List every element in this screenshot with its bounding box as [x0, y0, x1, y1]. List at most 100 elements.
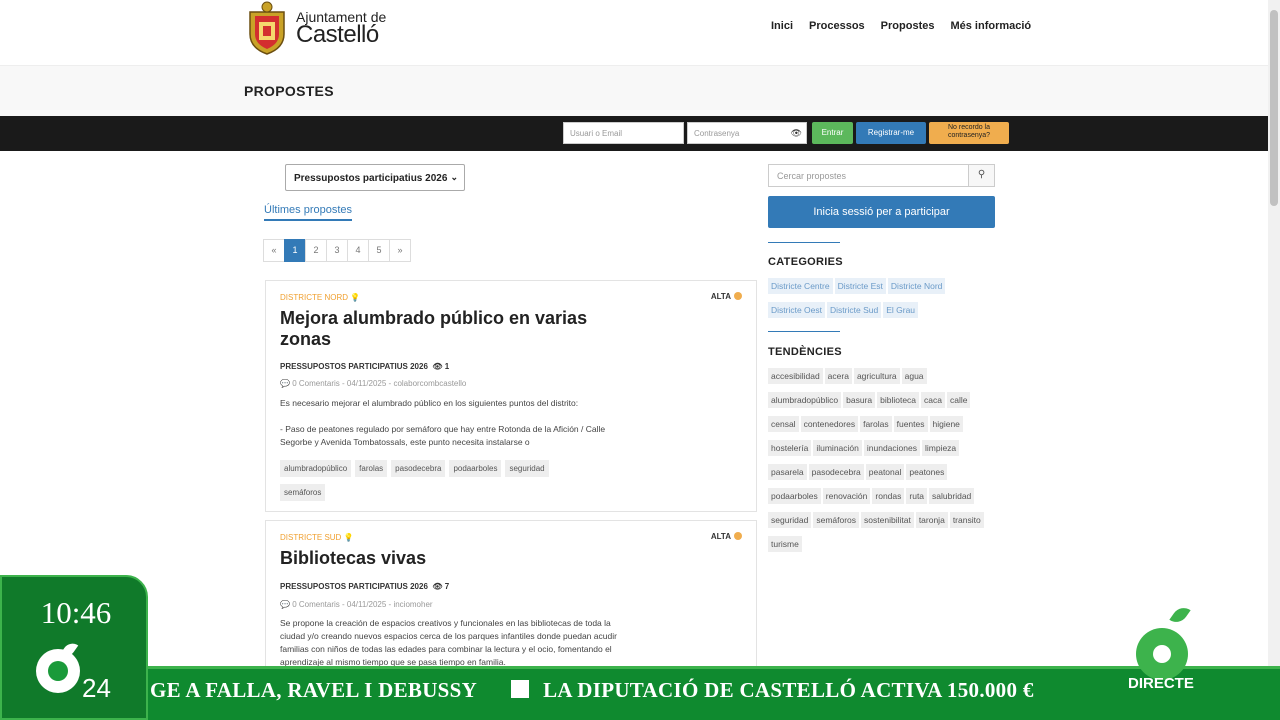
trend-tag[interactable]: peatones [906, 464, 948, 480]
trend-tag[interactable]: taronja [915, 512, 948, 528]
trend-tag[interactable]: hostelería [768, 440, 812, 456]
tag[interactable]: pasodecebra [391, 460, 446, 477]
page-2[interactable]: 2 [305, 239, 327, 262]
eye-icon[interactable]: 👁 [791, 128, 802, 139]
login-to-participate-button[interactable]: Inicia sessió per a participar [768, 196, 995, 228]
register-button[interactable]: Registrar-me [856, 122, 926, 144]
section-divider [768, 331, 840, 332]
forgot-password-button[interactable]: No recordo la contrasenya? [929, 122, 1009, 144]
trend-tag[interactable]: semáforos [813, 512, 860, 528]
page-4[interactable]: 4 [347, 239, 369, 262]
trend-tag[interactable]: alumbradopúblico [768, 392, 842, 408]
trend-tag[interactable]: higiene [929, 416, 963, 432]
tab-latest-proposals[interactable]: Últimes propostes [264, 204, 353, 221]
nav-inici[interactable]: Inici [771, 20, 793, 32]
proposal-description-2: - Paso de peatones regulado por semáforo… [280, 424, 606, 447]
trend-tag[interactable]: transito [949, 512, 984, 528]
channel-number: 24 [82, 673, 111, 703]
page-prev[interactable]: « [263, 239, 285, 262]
category-item[interactable]: Districte Centre [768, 278, 833, 294]
proposal-program: PRESSUPOSTOS PARTICIPATIUS 2026 👁 1 [280, 362, 450, 371]
trend-tag[interactable]: basura [843, 392, 876, 408]
trend-tag[interactable]: pasarela [768, 464, 807, 480]
trend-tag[interactable]: sostenibilitat [861, 512, 914, 528]
ticker-headline-1: GE A FALLA, RAVEL I DEBUSSY [150, 678, 478, 702]
priority-badge: ALTA [711, 292, 742, 301]
comment-icon: 💬 [280, 379, 290, 388]
process-select[interactable]: Pressupostos participatius 2026 ⌄ [285, 164, 465, 191]
trend-tag[interactable]: peatonal [865, 464, 905, 480]
chevron-down-icon: ⌄ [450, 172, 458, 182]
password-input[interactable]: Contrasenya 👁 [687, 122, 807, 144]
trend-tag[interactable]: renovación [822, 488, 871, 504]
nav-propostes[interactable]: Propostes [881, 20, 935, 32]
lightbulb-icon: 💡 [343, 533, 354, 542]
trend-tag[interactable]: rondas [872, 488, 905, 504]
category-item[interactable]: Districte Nord [887, 278, 946, 294]
tag[interactable]: semáforos [280, 484, 326, 501]
tag[interactable]: seguridad [505, 460, 549, 477]
trend-tag[interactable]: farolas [860, 416, 892, 432]
password-placeholder: Contrasenya [694, 129, 740, 138]
nav-processos[interactable]: Processos [809, 20, 865, 32]
trend-tag[interactable]: pasodecebra [808, 464, 864, 480]
trend-tag[interactable]: acera [824, 368, 852, 384]
proposal-program: PRESSUPOSTOS PARTICIPATIUS 2026 👁 7 [280, 582, 450, 591]
trend-tag[interactable]: agricultura [853, 368, 900, 384]
scrollbar-thumb[interactable] [1270, 10, 1278, 206]
trend-tag[interactable]: accesibilidad [768, 368, 823, 384]
trend-tag[interactable]: seguridad [768, 512, 812, 528]
proposal-title[interactable]: Bibliotecas vivas [280, 548, 600, 569]
district-label: DISTRICTE SUD 💡 [280, 533, 354, 542]
trend-tag[interactable]: podaarboles [768, 488, 821, 504]
proposal-card[interactable]: DISTRICTE NORD 💡 ALTA Mejora alumbrado p… [265, 280, 757, 512]
page-title: PROPOSTES [244, 83, 334, 99]
tag[interactable]: farolas [355, 460, 388, 477]
trend-tag[interactable]: biblioteca [877, 392, 920, 408]
proposal-title[interactable]: Mejora alumbrado público en varias zonas [280, 308, 600, 350]
tag[interactable]: podaarboles [449, 460, 502, 477]
enter-button[interactable]: Entrar [812, 122, 853, 144]
nav-mes-informacio[interactable]: Més informació [950, 20, 1031, 32]
tag-list: alumbradopúblico farolas pasodecebra podaar… [280, 458, 590, 506]
category-item[interactable]: Districte Oest [768, 302, 826, 318]
trend-tag[interactable]: iluminación [813, 440, 862, 456]
trend-tag[interactable]: fuentes [893, 416, 928, 432]
tv-clock-box: 10:46 24 [0, 575, 148, 720]
username-input[interactable]: Usuari o Email [563, 122, 684, 144]
pagination: « 1 2 3 4 5 » [263, 239, 411, 262]
trend-tag[interactable]: calle [947, 392, 971, 408]
trend-tag[interactable]: ruta [906, 488, 928, 504]
live-leaf-icon [1169, 603, 1191, 627]
page-1[interactable]: 1 [284, 239, 306, 262]
trend-tag[interactable]: limpieza [921, 440, 960, 456]
category-item[interactable]: Districte Sud [827, 302, 882, 318]
trend-tag[interactable]: agua [901, 368, 927, 384]
lightbulb-icon: 💡 [350, 293, 361, 302]
live-badge: DIRECTE [1116, 600, 1226, 700]
trend-tag[interactable]: contenedores [800, 416, 859, 432]
trend-tag[interactable]: censal [768, 416, 799, 432]
search-input[interactable]: Cercar propostes ⚲ [768, 164, 995, 187]
trend-tag[interactable]: turisme [768, 536, 802, 552]
category-item[interactable]: Districte Est [834, 278, 886, 294]
comment-icon: 💬 [280, 600, 290, 609]
page-5[interactable]: 5 [368, 239, 390, 262]
eye-icon: 👁 [432, 362, 443, 371]
proposal-meta: 💬 0 Comentaris - 04/11/2025 - colaborcom… [280, 379, 467, 388]
trend-tag[interactable]: caca [921, 392, 945, 408]
proposal-description: Es necesario mejorar el alumbrado públic… [280, 398, 579, 408]
news-ticker: GE A FALLA, RAVEL I DEBUSSY LA DIPUTACIÓ … [146, 666, 1280, 720]
page-scrollbar[interactable] [1268, 0, 1280, 720]
page-3[interactable]: 3 [326, 239, 348, 262]
page-next[interactable]: » [389, 239, 411, 262]
search-icon[interactable]: ⚲ [968, 165, 994, 186]
trend-tag[interactable]: salubridad [929, 488, 975, 504]
category-item[interactable]: El Grau [883, 302, 919, 318]
main-nav: Inici Processos Propostes Més informació [771, 20, 1047, 32]
site-header: Ajuntament de Castelló Inici Processos P… [0, 0, 1268, 66]
live-label: DIRECTE [1128, 675, 1194, 692]
tag[interactable]: alumbradopúblico [280, 460, 352, 477]
trend-tag[interactable]: inundaciones [863, 440, 920, 456]
ajuntament-logo[interactable]: Ajuntament de Castelló [244, 0, 389, 58]
